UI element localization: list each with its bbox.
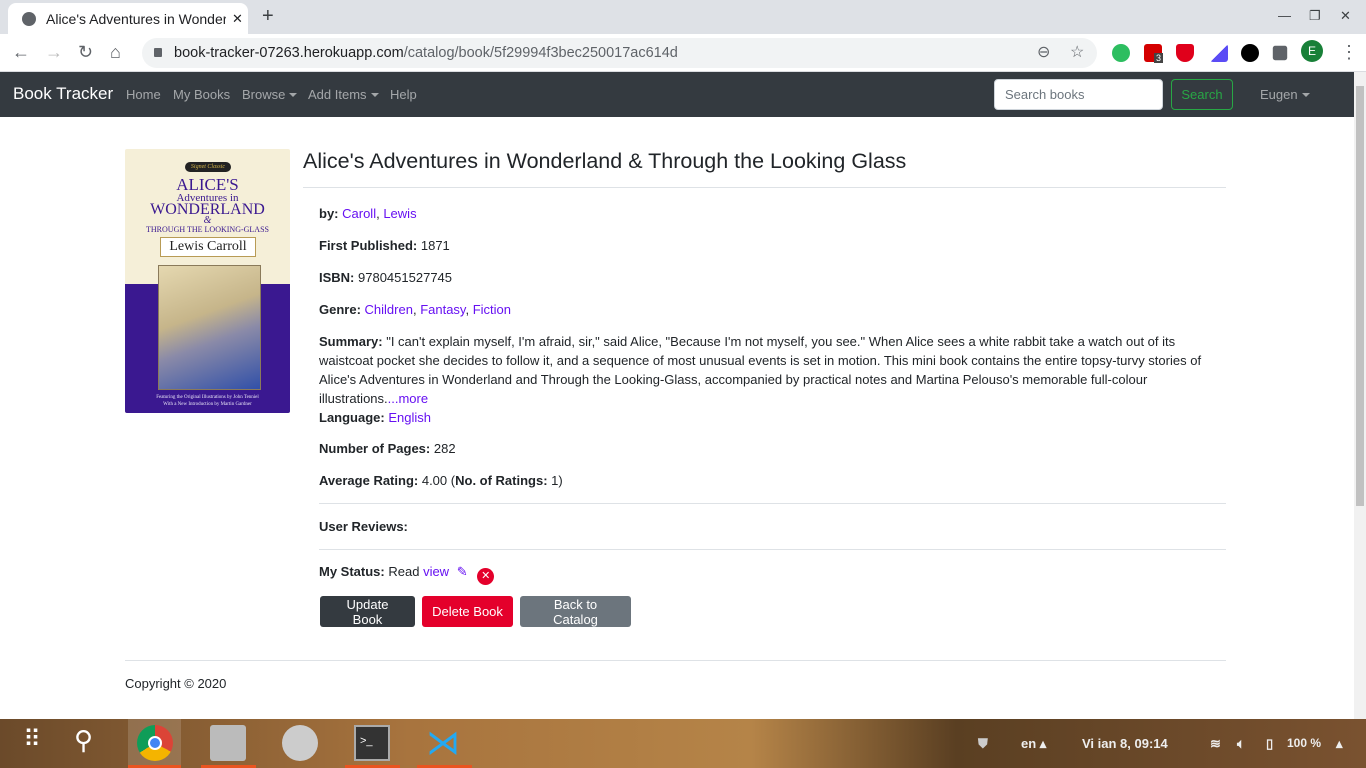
cover-series: Signet Classic <box>185 162 231 172</box>
pages-row: Number of Pages: 282 <box>319 441 456 456</box>
footer-divider <box>125 660 1226 661</box>
language-row: Language: English <box>319 410 431 425</box>
nav-home[interactable]: Home <box>126 87 161 102</box>
rating-row: Average Rating: 4.00 (No. of Ratings: 1) <box>319 473 563 488</box>
divider <box>319 503 1226 504</box>
browser-tab[interactable]: Alice's Adventures in Wonderland & Throu… <box>8 3 248 34</box>
genre-row: Genre: Children, Fantasy, Fiction <box>319 302 511 317</box>
evernote-icon[interactable] <box>1112 44 1130 62</box>
profile-avatar[interactable]: E <box>1301 40 1323 62</box>
reload-icon[interactable]: ↻ <box>78 42 93 63</box>
files-icon[interactable] <box>210 725 246 761</box>
chrome-icon[interactable] <box>137 725 173 761</box>
url-host: book-tracker-07263.herokuapp.com <box>174 45 404 61</box>
search-button[interactable]: Search <box>1171 79 1233 110</box>
genre-link[interactable]: Fiction <box>473 302 511 317</box>
close-tab-icon[interactable]: ✕ <box>232 11 243 27</box>
nav-add-items-dropdown[interactable]: Add Items <box>308 87 379 102</box>
copyright: Copyright © 2020 <box>125 676 227 691</box>
puzzle-extensions-icon[interactable] <box>1272 45 1288 61</box>
app-grid-icon[interactable]: ⠿ <box>14 725 50 761</box>
cover-author: Lewis Carroll <box>160 237 256 257</box>
browser-toolbar: ← → ↻ ⌂ book-tracker-07263.herokuapp.com… <box>0 34 1366 72</box>
tab-title: Alice's Adventures in Wonderland & Throu… <box>46 10 226 27</box>
user-reviews-row: User Reviews: <box>319 519 408 534</box>
gnome-extension-icon[interactable] <box>1241 44 1259 62</box>
back-icon[interactable]: ← <box>12 42 30 63</box>
clock[interactable]: Vi ian 8, 09:14 <box>1082 736 1168 751</box>
shield-tray-icon[interactable]: ⛊ <box>978 736 988 752</box>
delete-book-button[interactable]: Delete Book <box>422 596 513 627</box>
author-link[interactable]: Lewis <box>383 206 416 221</box>
volume-icon[interactable]: 🔈︎ <box>1237 736 1245 752</box>
minimize-button[interactable]: — <box>1278 8 1291 23</box>
menu-kebab-icon[interactable]: ⋮ <box>1340 42 1358 63</box>
nav-help[interactable]: Help <box>390 87 417 102</box>
language-indicator[interactable]: en ▴ <box>1021 736 1046 752</box>
author-link[interactable]: Caroll <box>342 206 376 221</box>
book-cover-image: Signet Classic ALICE'S Adventures in WON… <box>125 149 290 413</box>
scrollbar[interactable] <box>1354 72 1366 719</box>
ext-badge: 3 <box>1154 53 1164 63</box>
remove-status-icon[interactable]: ✕ <box>477 568 495 585</box>
update-book-button[interactable]: Update Book <box>320 596 415 627</box>
url-path: /catalog/book/5f29994f3bec250017ac614d <box>403 45 678 61</box>
taskbar: ⠿ ⚲ >_ ⋊ ⛊ en ▴ Vi ian 8, 09:14 ≋ 🔈︎ ▯ 1… <box>0 719 1366 768</box>
terminal-icon[interactable]: >_ <box>354 725 390 761</box>
my-status-row: My Status: Read view ✎ ✕ <box>319 564 495 585</box>
maximize-button[interactable]: ❐ <box>1309 8 1321 24</box>
shield-extension-icon[interactable] <box>1176 44 1194 62</box>
nav-browse-dropdown[interactable]: Browse <box>242 87 297 102</box>
tray-menu-arrow[interactable]: ▴ <box>1336 736 1343 752</box>
status-view-link[interactable]: view <box>423 564 449 579</box>
cover-line: THROUGH THE LOOKING-GLASS <box>146 225 269 234</box>
color-picker-icon[interactable] <box>1210 44 1228 62</box>
first-published-row: First Published: 1871 <box>319 238 450 253</box>
battery-icon[interactable]: ▯ <box>1266 736 1273 752</box>
zoom-out-icon[interactable]: ⊖ <box>1037 38 1050 68</box>
vscode-icon[interactable]: ⋊ <box>426 725 462 761</box>
user-menu-dropdown[interactable]: Eugen <box>1260 87 1310 102</box>
brand[interactable]: Book Tracker <box>13 84 113 104</box>
search-icon[interactable]: ⚲ <box>74 725 110 761</box>
lastpass-icon[interactable]: 3 <box>1144 44 1164 63</box>
wifi-icon[interactable]: ≋ <box>1210 736 1221 752</box>
cover-illustration <box>158 265 261 390</box>
navbar: Book Tracker Home My Books Browse Add It… <box>0 72 1354 117</box>
battery-percent: 100 % <box>1287 736 1322 750</box>
more-link[interactable]: ...more <box>388 391 428 406</box>
cover-footer: Featuring the Original Illustrations by … <box>156 395 259 407</box>
book-title: Alice's Adventures in Wonderland & Throu… <box>303 149 907 173</box>
close-window-button[interactable]: ✕ <box>1340 8 1351 24</box>
forward-icon[interactable]: → <box>45 42 63 63</box>
address-bar[interactable]: book-tracker-07263.herokuapp.com/catalog… <box>142 38 1097 68</box>
authors-row: by: Caroll, Lewis <box>319 206 417 221</box>
lock-icon <box>154 48 162 57</box>
genre-link[interactable]: Children <box>365 302 413 317</box>
summary-row: Summary: "I can't explain myself, I'm af… <box>319 334 1202 406</box>
search-input[interactable] <box>994 79 1163 110</box>
divider <box>319 549 1226 550</box>
isbn-row: ISBN: 9780451527745 <box>319 270 453 285</box>
bookmark-star-icon[interactable]: ☆ <box>1070 38 1084 68</box>
divider <box>303 187 1226 188</box>
settings-tools-icon[interactable] <box>282 725 318 761</box>
nav-my-books[interactable]: My Books <box>173 87 230 102</box>
edit-pencil-icon[interactable]: ✎ <box>457 564 468 579</box>
genre-link[interactable]: Fantasy <box>420 302 465 317</box>
browser-tab-bar: Alice's Adventures in Wonderland & Throu… <box>0 0 1366 34</box>
new-tab-button[interactable]: + <box>262 5 274 28</box>
home-icon[interactable]: ⌂ <box>110 42 121 63</box>
scrollbar-thumb[interactable] <box>1356 86 1364 506</box>
language-link[interactable]: English <box>388 410 431 425</box>
back-to-catalog-button[interactable]: Back to Catalog <box>520 596 631 627</box>
globe-icon <box>22 11 36 26</box>
